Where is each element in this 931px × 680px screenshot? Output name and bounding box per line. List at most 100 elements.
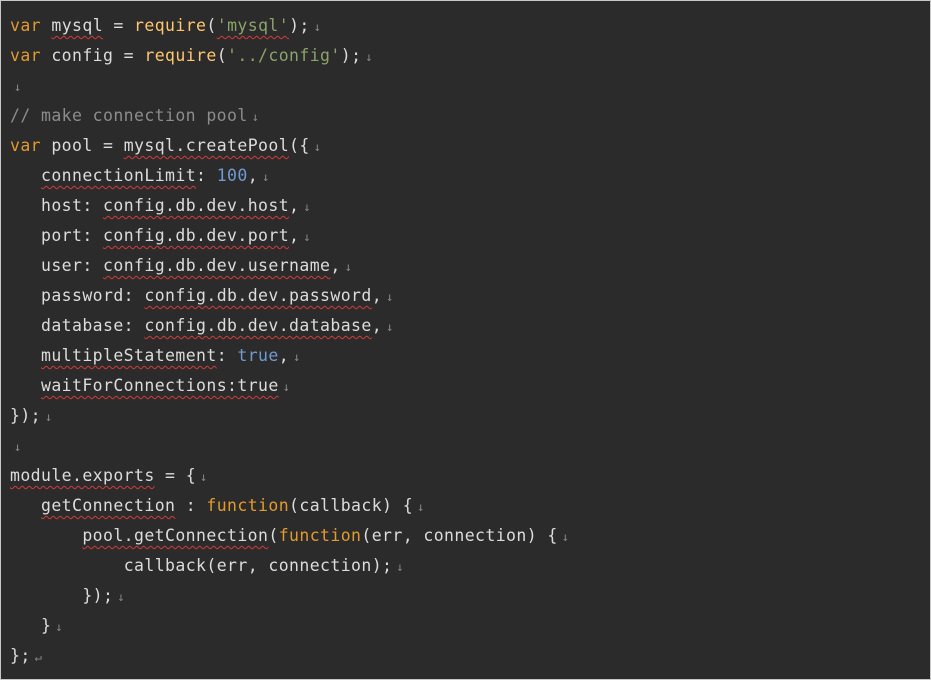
- code-token-punct: });: [10, 406, 42, 425]
- line-end-marker: ↓: [386, 320, 394, 334]
- line-end-marker: ↓: [561, 530, 570, 544]
- code-line: var mysql = require('mysql'); ↓: [10, 11, 930, 41]
- line-end-marker: ↓: [282, 380, 291, 394]
- line-end-marker: ↓: [117, 590, 125, 604]
- line-end-marker: ↓: [303, 230, 312, 244]
- code-line: connectionLimit: 100, ↓: [10, 161, 930, 191]
- line-end-marker: ↓: [313, 140, 322, 154]
- code-line: user: config.db.dev.username, ↓: [10, 251, 930, 281]
- code-token-punct: host:: [41, 196, 104, 215]
- code-token-call: require: [134, 16, 207, 35]
- code-editor[interactable]: var mysql = require('mysql'); ↓ var config…: [0, 0, 931, 680]
- code-token-ident: module.exports: [10, 466, 155, 485]
- line-end-marker: ↓: [14, 80, 22, 94]
- code-line: module.exports = {↓: [10, 461, 930, 491]
- code-line: }); ↓: [10, 581, 930, 611]
- code-token-keyword: function: [206, 496, 290, 515]
- code-token-call: require: [144, 46, 217, 65]
- code-token-keyword: var: [10, 46, 42, 65]
- code-token-punct: };: [10, 646, 31, 665]
- code-token-number: 100: [216, 166, 248, 185]
- code-token-punct: );: [340, 46, 362, 65]
- code-token-punct: ({: [289, 136, 310, 155]
- code-text-area[interactable]: var mysql = require('mysql'); ↓ var config…: [10, 11, 930, 671]
- code-token-punct: (err, connection) {: [361, 526, 558, 545]
- code-line: multipleStatement: true, ↓: [10, 341, 930, 371]
- code-token-punct: callback(err, connection);: [123, 556, 393, 575]
- code-token-punct: });: [82, 586, 114, 605]
- code-token-ident: mysql.createPool: [123, 136, 290, 155]
- code-token-punct: (: [268, 526, 279, 545]
- code-token-punct: user:: [41, 256, 104, 275]
- code-token-punct: }: [41, 616, 52, 635]
- code-token-ident: config.db.dev.host: [103, 196, 290, 215]
- line-end-marker: ↓: [344, 260, 353, 274]
- code-line: ↓: [10, 71, 930, 101]
- line-end-marker: ↓: [365, 50, 374, 64]
- code-token-punct: :: [175, 496, 207, 515]
- line-end-marker: ↓: [396, 560, 404, 574]
- code-token-string: '../config': [227, 46, 341, 65]
- line-end-marker: ↓: [262, 170, 270, 184]
- code-token-ident: multipleStatement: [41, 346, 217, 365]
- code-token-punct: ,: [289, 226, 300, 245]
- code-token-punct: database:: [41, 316, 145, 335]
- code-line: }); ↓: [10, 401, 930, 431]
- code-token-punct: = {: [154, 466, 197, 485]
- code-token-ident: getConnection: [41, 496, 176, 515]
- line-end-marker: ↓: [417, 500, 425, 514]
- code-token-punct: (: [216, 46, 228, 65]
- code-token-punct: ,: [330, 256, 341, 275]
- code-token-punct: password:: [41, 286, 145, 305]
- line-end-marker: ↓: [55, 620, 63, 634]
- code-line: } ↓: [10, 611, 930, 641]
- line-end-marker: ↵: [34, 650, 43, 664]
- code-token-punct: port:: [41, 226, 104, 245]
- line-end-marker: ↓: [14, 440, 22, 454]
- code-token-keyword: var: [10, 136, 42, 155]
- code-token-ident: config.db.dev.database: [144, 316, 372, 335]
- code-line: ↓: [10, 431, 930, 461]
- line-end-marker: ↓: [386, 290, 394, 304]
- code-token-punct: ,: [371, 316, 383, 335]
- code-token-keyword: var: [10, 16, 42, 35]
- code-token-punct: (callback) {: [289, 496, 414, 515]
- line-end-marker: ↓: [45, 410, 53, 424]
- code-line: port: config.db.dev.port, ↓: [10, 221, 930, 251]
- code-token-string: 'mysql': [216, 16, 290, 35]
- code-line: }; ↵: [10, 641, 930, 671]
- code-token-punct: config =: [41, 46, 145, 65]
- code-line: callback(err, connection); ↓: [10, 551, 930, 581]
- code-line: var config = require('../config'); ↓: [10, 41, 930, 71]
- code-line: database: config.db.dev.database, ↓: [10, 311, 930, 341]
- code-token-ident: waitForConnections:true: [41, 376, 279, 395]
- line-end-marker: ↓: [251, 110, 260, 124]
- code-token-ident: pool.getConnection: [82, 526, 269, 545]
- code-line: host: config.db.dev.host, ↓: [10, 191, 930, 221]
- code-line: pool.getConnection(function(err, connect…: [10, 521, 930, 551]
- code-token-punct: =: [103, 16, 135, 35]
- code-token-comment: // make connection pool: [10, 106, 248, 125]
- code-line: var pool = mysql.createPool({↓: [10, 131, 930, 161]
- code-token-punct: pool =: [41, 136, 124, 155]
- code-token-punct: ,: [247, 166, 259, 185]
- code-token-ident: config.db.dev.username: [103, 256, 331, 275]
- code-token-keyword: function: [278, 526, 362, 545]
- code-line: // make connection pool ↓: [10, 101, 930, 131]
- code-token-ident: mysql: [51, 16, 104, 35]
- code-token-bool: true: [237, 346, 279, 365]
- line-end-marker: ↓: [313, 20, 322, 34]
- code-token-ident: connectionLimit: [41, 166, 197, 185]
- code-token-punct: ,: [289, 196, 300, 215]
- code-token-punct: (: [206, 16, 217, 35]
